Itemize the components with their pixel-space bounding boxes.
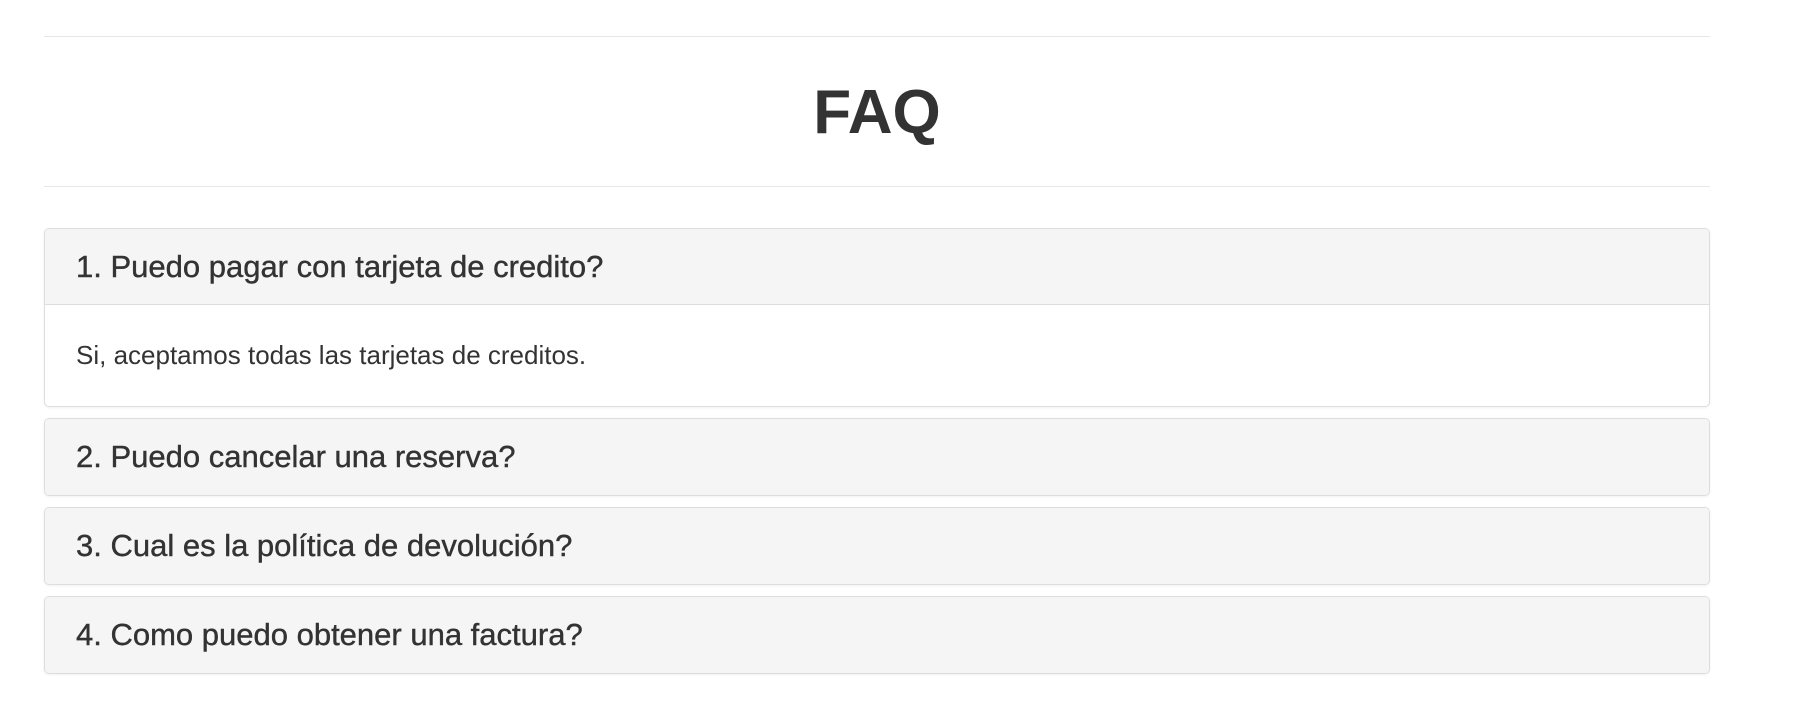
- faq-question-3-toggle[interactable]: 3. Cual es la política de devolución?: [45, 508, 1709, 584]
- top-divider: [44, 36, 1710, 37]
- faq-question-1[interactable]: 1. Puedo pagar con tarjeta de credito?: [76, 248, 604, 285]
- faq-question-3[interactable]: 3. Cual es la política de devolución?: [76, 528, 573, 564]
- bottom-divider: [44, 186, 1710, 187]
- faq-accordion: 1. Puedo pagar con tarjeta de credito? S…: [44, 228, 1710, 685]
- faq-question-4-toggle[interactable]: 4. Como puedo obtener una factura?: [45, 597, 1709, 673]
- faq-panel-1: 1. Puedo pagar con tarjeta de credito? S…: [44, 228, 1710, 407]
- faq-panel-4: 4. Como puedo obtener una factura?: [44, 596, 1710, 674]
- faq-answer-1: Si, aceptamos todas las tarjetas de cred…: [45, 305, 1709, 406]
- faq-question-2-toggle[interactable]: 2. Puedo cancelar una reserva?: [45, 419, 1709, 495]
- page-title: FAQ: [813, 78, 941, 147]
- faq-panel-3: 3. Cual es la política de devolución?: [44, 507, 1710, 585]
- faq-question-4[interactable]: 4. Como puedo obtener una factura?: [76, 617, 583, 653]
- faq-panel-2: 2. Puedo cancelar una reserva?: [44, 418, 1710, 496]
- faq-question-1-toggle[interactable]: 1. Puedo pagar con tarjeta de credito?: [45, 229, 1709, 305]
- faq-question-2[interactable]: 2. Puedo cancelar una reserva?: [76, 439, 516, 475]
- faq-answer-1-text: Si, aceptamos todas las tarjetas de cred…: [76, 340, 587, 370]
